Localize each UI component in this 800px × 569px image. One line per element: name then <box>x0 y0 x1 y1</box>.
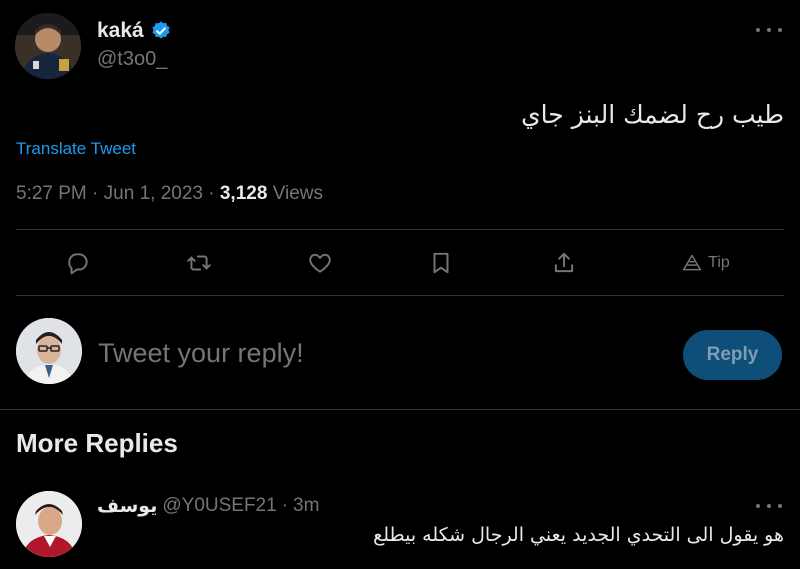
reply-icon <box>68 253 88 275</box>
reply-text: هو يقول الى التحدي الجديد يعني الرجال شك… <box>373 524 784 546</box>
retweet-button[interactable] <box>180 247 218 279</box>
reply-author-name[interactable]: يوسف <box>97 495 157 517</box>
reply-header: يوسف @Y0USEF21 · 3m <box>97 495 319 517</box>
bookmark-icon <box>433 252 449 274</box>
meta-separator: · <box>92 183 104 204</box>
tip-icon <box>683 254 702 271</box>
tweet-time[interactable]: 5:27 PM <box>16 183 87 204</box>
author-name-row: kaká <box>97 19 172 43</box>
author-name[interactable]: kaká <box>97 19 144 43</box>
more-replies-heading: More Replies <box>16 428 178 458</box>
tweet-more-options-icon[interactable] <box>756 20 782 40</box>
views-label: Views <box>272 183 324 204</box>
tweet-text: طيب رح لضمك البنز جاي <box>521 100 784 129</box>
divider <box>16 229 784 230</box>
tweet-date[interactable]: Jun 1, 2023 <box>104 183 203 204</box>
current-user-avatar[interactable] <box>16 318 82 384</box>
author-avatar[interactable] <box>15 13 81 79</box>
tweet-detail-page: kaká @t3o0_ طيب رح لضمك البنز جاي Transl… <box>0 0 800 569</box>
views-count: 3,128 <box>219 183 268 204</box>
meta-separator: · <box>281 495 289 516</box>
reply-input[interactable] <box>98 338 658 369</box>
translate-tweet-link[interactable]: Translate Tweet <box>16 139 136 159</box>
reply-time[interactable]: 3m <box>293 495 319 517</box>
reply-more-options-icon[interactable] <box>756 496 782 516</box>
author-handle[interactable]: @t3o0_ <box>97 48 167 71</box>
divider <box>16 295 784 296</box>
like-icon <box>309 253 331 273</box>
divider <box>0 409 800 410</box>
share-button[interactable] <box>546 247 582 279</box>
retweet-icon <box>187 255 211 271</box>
meta-separator: · <box>208 183 220 204</box>
tip-label: Tip <box>708 254 730 271</box>
like-button[interactable] <box>302 247 338 279</box>
tip-button[interactable]: Tip <box>676 247 736 279</box>
verified-badge-icon <box>150 20 172 42</box>
share-icon <box>554 252 574 273</box>
reply-author-handle[interactable]: @Y0USEF21 <box>162 495 276 517</box>
reply-submit-button[interactable]: Reply <box>683 330 782 380</box>
reply-button[interactable] <box>60 247 96 279</box>
reply-author-avatar[interactable] <box>16 491 82 557</box>
tweet-meta: 5:27 PM · Jun 1, 2023 · 3,128 Views <box>16 183 323 205</box>
bookmark-button[interactable] <box>424 247 458 279</box>
